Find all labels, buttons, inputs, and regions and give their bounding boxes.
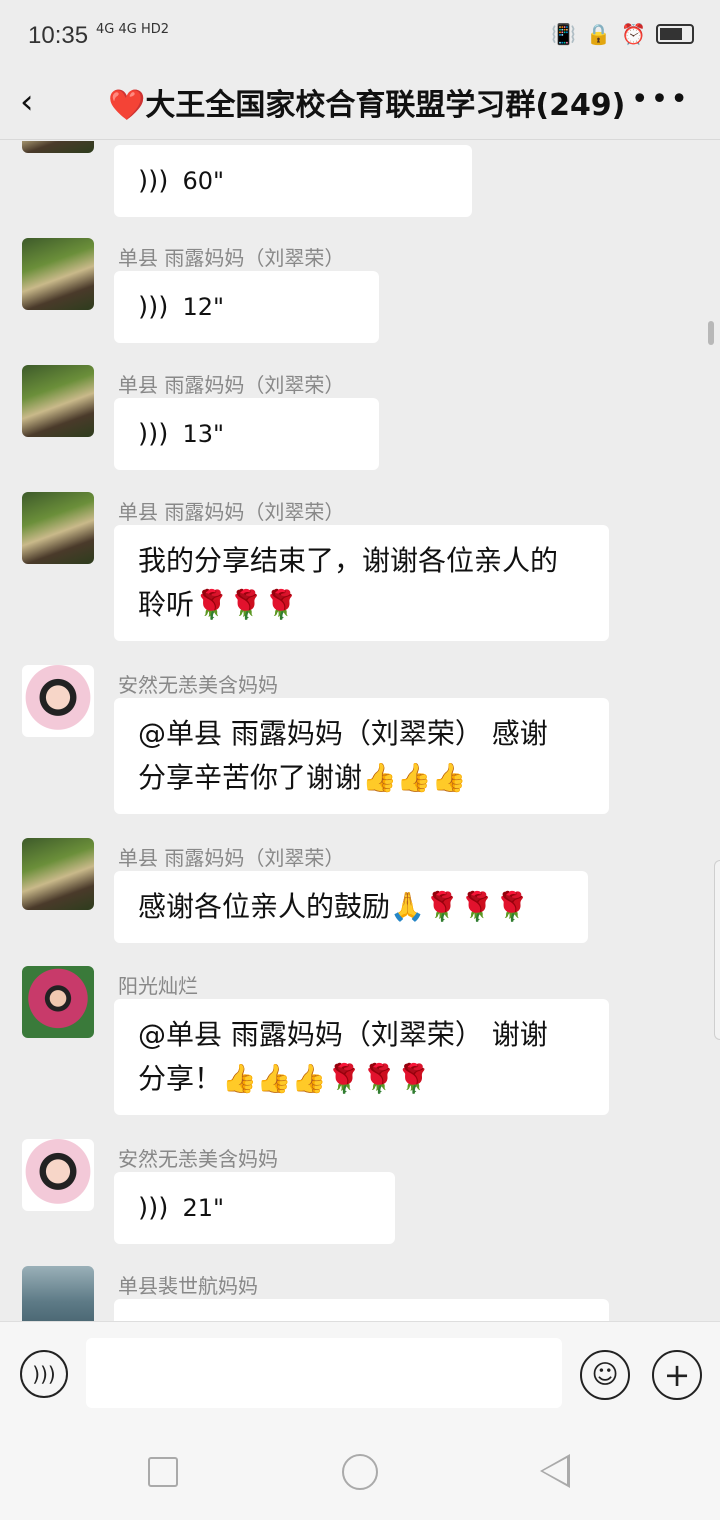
- voice-duration: 13": [182, 420, 225, 448]
- plus-icon: +: [663, 1356, 691, 1394]
- more-icon: •••: [630, 82, 690, 117]
- sender-name: 单县 雨露妈妈（刘翠荣）: [118, 846, 345, 870]
- text-message[interactable]: @单县 雨露妈妈（刘翠荣） 谢谢 分享！👍👍👍🌹🌹🌹: [114, 999, 609, 1115]
- more-actions-button[interactable]: +: [652, 1350, 702, 1400]
- status-bar: 10:35 4G 4G HD2 📳 🔒 ⏰: [0, 0, 720, 68]
- sender-name: 安然无恙美含妈妈: [118, 673, 278, 697]
- emoji-button[interactable]: ☺: [580, 1350, 630, 1400]
- more-button[interactable]: •••: [631, 82, 690, 117]
- chevron-left-icon: ‹: [20, 82, 34, 122]
- sender-name: 阳光灿烂: [118, 974, 198, 998]
- status-icons: 📳 🔒 ⏰: [551, 22, 694, 46]
- recent-apps-icon[interactable]: [148, 1457, 178, 1487]
- alarm-icon: ⏰: [621, 22, 646, 46]
- sender-name: 单县 雨露妈妈（刘翠荣）: [118, 500, 345, 524]
- voice-wave-icon: ))): [138, 166, 169, 196]
- voice-input-button[interactable]: ))): [20, 1350, 68, 1398]
- voice-duration: 60": [182, 167, 225, 195]
- system-nav-bar: [0, 1424, 720, 1520]
- back-button[interactable]: ‹: [20, 82, 60, 122]
- text-message[interactable]: 我的分享结束了，谢谢各位亲人的 聆听🌹🌹🌹: [114, 525, 609, 641]
- status-time: 10:35: [28, 22, 89, 49]
- emoji-icon: ☺: [591, 1360, 619, 1390]
- lock-rotation-icon: 🔒: [586, 22, 612, 46]
- avatar[interactable]: [22, 141, 94, 153]
- voice-duration: 12": [182, 293, 225, 321]
- chat-messages[interactable]: ))) 60" 单县 雨露妈妈（刘翠荣） ))) 12" 单县 雨露妈妈（刘翠荣） …: [0, 141, 720, 1321]
- sender-name: 安然无恙美含妈妈: [118, 1147, 278, 1171]
- text-message[interactable]: [114, 1299, 609, 1321]
- message-text: 我的分享结束了，谢谢各位亲人的 聆听🌹🌹🌹: [138, 544, 559, 621]
- voice-input-icon: ))): [32, 1362, 56, 1386]
- sender-name: 单县 雨露妈妈（刘翠荣）: [118, 373, 345, 397]
- input-bar: ))) ☺ +: [0, 1321, 720, 1424]
- voice-message[interactable]: ))) 60": [114, 145, 472, 217]
- message-text: @单县 雨露妈妈（刘翠荣） 感谢 分享辛苦你了谢谢👍👍👍: [138, 717, 548, 794]
- avatar[interactable]: [22, 1139, 94, 1211]
- avatar[interactable]: [22, 1266, 94, 1321]
- avatar[interactable]: [22, 365, 94, 437]
- voice-wave-icon: ))): [138, 419, 169, 449]
- battery-icon: [656, 24, 694, 44]
- voice-message[interactable]: ))) 12": [114, 271, 379, 343]
- message-text: @单县 雨露妈妈（刘翠荣） 谢谢 分享！👍👍👍🌹🌹🌹: [138, 1018, 548, 1095]
- message-text: 感谢各位亲人的鼓励🙏🌹🌹🌹: [138, 890, 530, 923]
- message-input[interactable]: [86, 1338, 562, 1408]
- scrollbar[interactable]: [708, 321, 714, 345]
- text-message[interactable]: 感谢各位亲人的鼓励🙏🌹🌹🌹: [114, 871, 588, 943]
- sender-name: 单县 雨露妈妈（刘翠荣）: [118, 246, 345, 270]
- voice-message[interactable]: ))) 21": [114, 1172, 395, 1244]
- sender-name: 单县裴世航妈妈: [118, 1274, 258, 1298]
- group-title: ❤️大王全国家校合育联盟学习群(249): [108, 88, 626, 123]
- network-indicator: 4G 4G HD2: [96, 22, 170, 37]
- vibrate-icon: 📳: [551, 22, 577, 46]
- avatar[interactable]: [22, 238, 94, 310]
- chat-header: ‹ ❤️大王全国家校合育联盟学习群(249) •••: [0, 68, 720, 140]
- voice-duration: 21": [182, 1194, 225, 1222]
- voice-wave-icon: ))): [138, 1193, 169, 1223]
- home-icon[interactable]: [342, 1454, 378, 1490]
- text-message[interactable]: @单县 雨露妈妈（刘翠荣） 感谢 分享辛苦你了谢谢👍👍👍: [114, 698, 609, 814]
- voice-wave-icon: ))): [138, 292, 169, 322]
- avatar[interactable]: [22, 966, 94, 1038]
- avatar[interactable]: [22, 665, 94, 737]
- edge-panel-handle[interactable]: [714, 860, 720, 1040]
- voice-message[interactable]: ))) 13": [114, 398, 379, 470]
- back-icon[interactable]: [540, 1454, 570, 1488]
- avatar[interactable]: [22, 492, 94, 564]
- avatar[interactable]: [22, 838, 94, 910]
